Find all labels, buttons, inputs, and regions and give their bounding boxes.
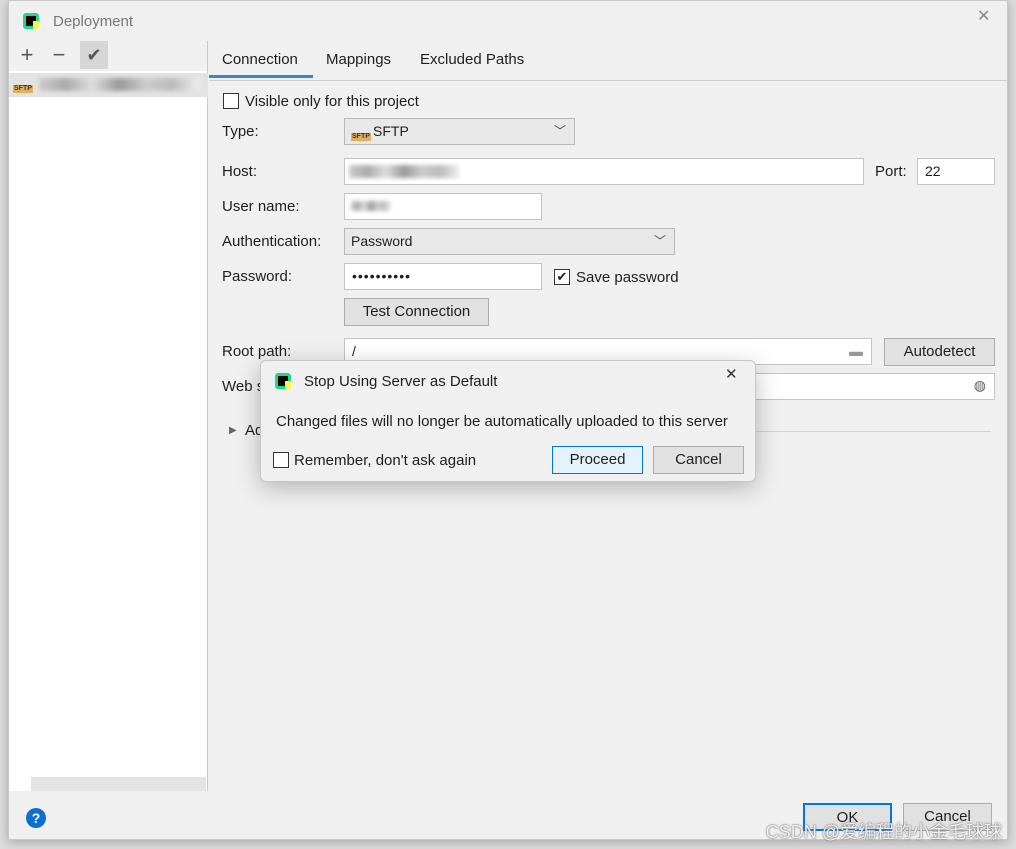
root-path-label: Root path: xyxy=(222,343,292,360)
sftp-badge: SFTP xyxy=(351,133,371,141)
pycharm-icon xyxy=(23,13,39,29)
password-input[interactable]: •••••••••• xyxy=(344,263,542,290)
folder-icon[interactable]: ▬ xyxy=(849,343,863,359)
username-label: User name: xyxy=(222,198,300,215)
tab-selected-indicator xyxy=(209,75,313,78)
test-connection-button[interactable]: Test Connection xyxy=(344,298,489,326)
password-label: Password: xyxy=(222,268,293,285)
visible-only-label: Visible only for this project xyxy=(245,93,419,110)
tab-connection[interactable]: Connection xyxy=(222,51,298,68)
sftp-badge: SFTP xyxy=(13,85,33,93)
auth-label: Authentication: xyxy=(222,233,322,250)
type-value: SFTP xyxy=(373,123,409,139)
dialog-cancel-button[interactable]: Cancel xyxy=(653,446,744,474)
save-password-label: Save password xyxy=(576,269,679,286)
server-toolbar: + − ✔ xyxy=(9,41,207,71)
dialog-title: Stop Using Server as Default xyxy=(304,373,498,390)
tab-excluded-paths[interactable]: Excluded Paths xyxy=(420,51,524,68)
expand-triangle-icon[interactable]: ▶ xyxy=(229,425,237,436)
web-server-label: Web s xyxy=(222,378,265,395)
stop-default-dialog: Stop Using Server as Default ✕ Changed f… xyxy=(260,360,756,482)
server-list-panel: + − ✔ SFTP xyxy=(9,41,208,791)
dialog-message: Changed files will no longer be automati… xyxy=(276,413,728,430)
chevron-down-icon: ﹀ xyxy=(553,124,566,138)
type-select[interactable]: SFTP SFTP ﹀ xyxy=(344,118,575,145)
port-input[interactable]: 22 xyxy=(917,158,995,185)
help-button[interactable]: ? xyxy=(26,808,46,828)
auth-value: Password xyxy=(351,233,413,249)
type-label: Type: xyxy=(222,123,259,140)
host-redacted xyxy=(349,165,459,178)
window-title: Deployment xyxy=(53,13,134,30)
tab-bar: Connection Mappings Excluded Paths xyxy=(209,41,1007,81)
auth-select[interactable]: Password ﹀ xyxy=(344,228,675,255)
pycharm-icon xyxy=(275,373,291,389)
tab-mappings[interactable]: Mappings xyxy=(326,51,391,68)
username-redacted xyxy=(351,201,391,211)
chevron-down-icon: ﹀ xyxy=(653,234,666,248)
dialog-close-button[interactable]: ✕ xyxy=(725,365,738,383)
remove-server-button[interactable]: − xyxy=(45,41,73,69)
save-password-checkbox[interactable]: ✔ xyxy=(554,269,570,285)
visible-only-checkbox[interactable] xyxy=(223,93,239,109)
add-server-button[interactable]: + xyxy=(13,41,41,69)
autodetect-button[interactable]: Autodetect xyxy=(884,338,995,366)
horizontal-scrollbar[interactable] xyxy=(31,777,206,791)
remember-checkbox[interactable] xyxy=(273,452,289,468)
port-label: Port: xyxy=(875,163,907,180)
server-list-item[interactable]: SFTP xyxy=(9,73,208,97)
remember-label: Remember, don't ask again xyxy=(294,452,477,469)
proceed-button[interactable]: Proceed xyxy=(552,446,643,474)
host-label: Host: xyxy=(222,163,258,180)
host-input[interactable] xyxy=(344,158,864,185)
set-default-button[interactable]: ✔ xyxy=(80,41,108,69)
username-input[interactable] xyxy=(344,193,542,220)
watermark: CSDN @爱编程的小金毛球球 xyxy=(765,822,1002,842)
window-close-button[interactable]: ✕ xyxy=(977,6,990,26)
globe-icon[interactable]: ◍ xyxy=(974,377,986,394)
server-name-redacted xyxy=(39,78,199,91)
